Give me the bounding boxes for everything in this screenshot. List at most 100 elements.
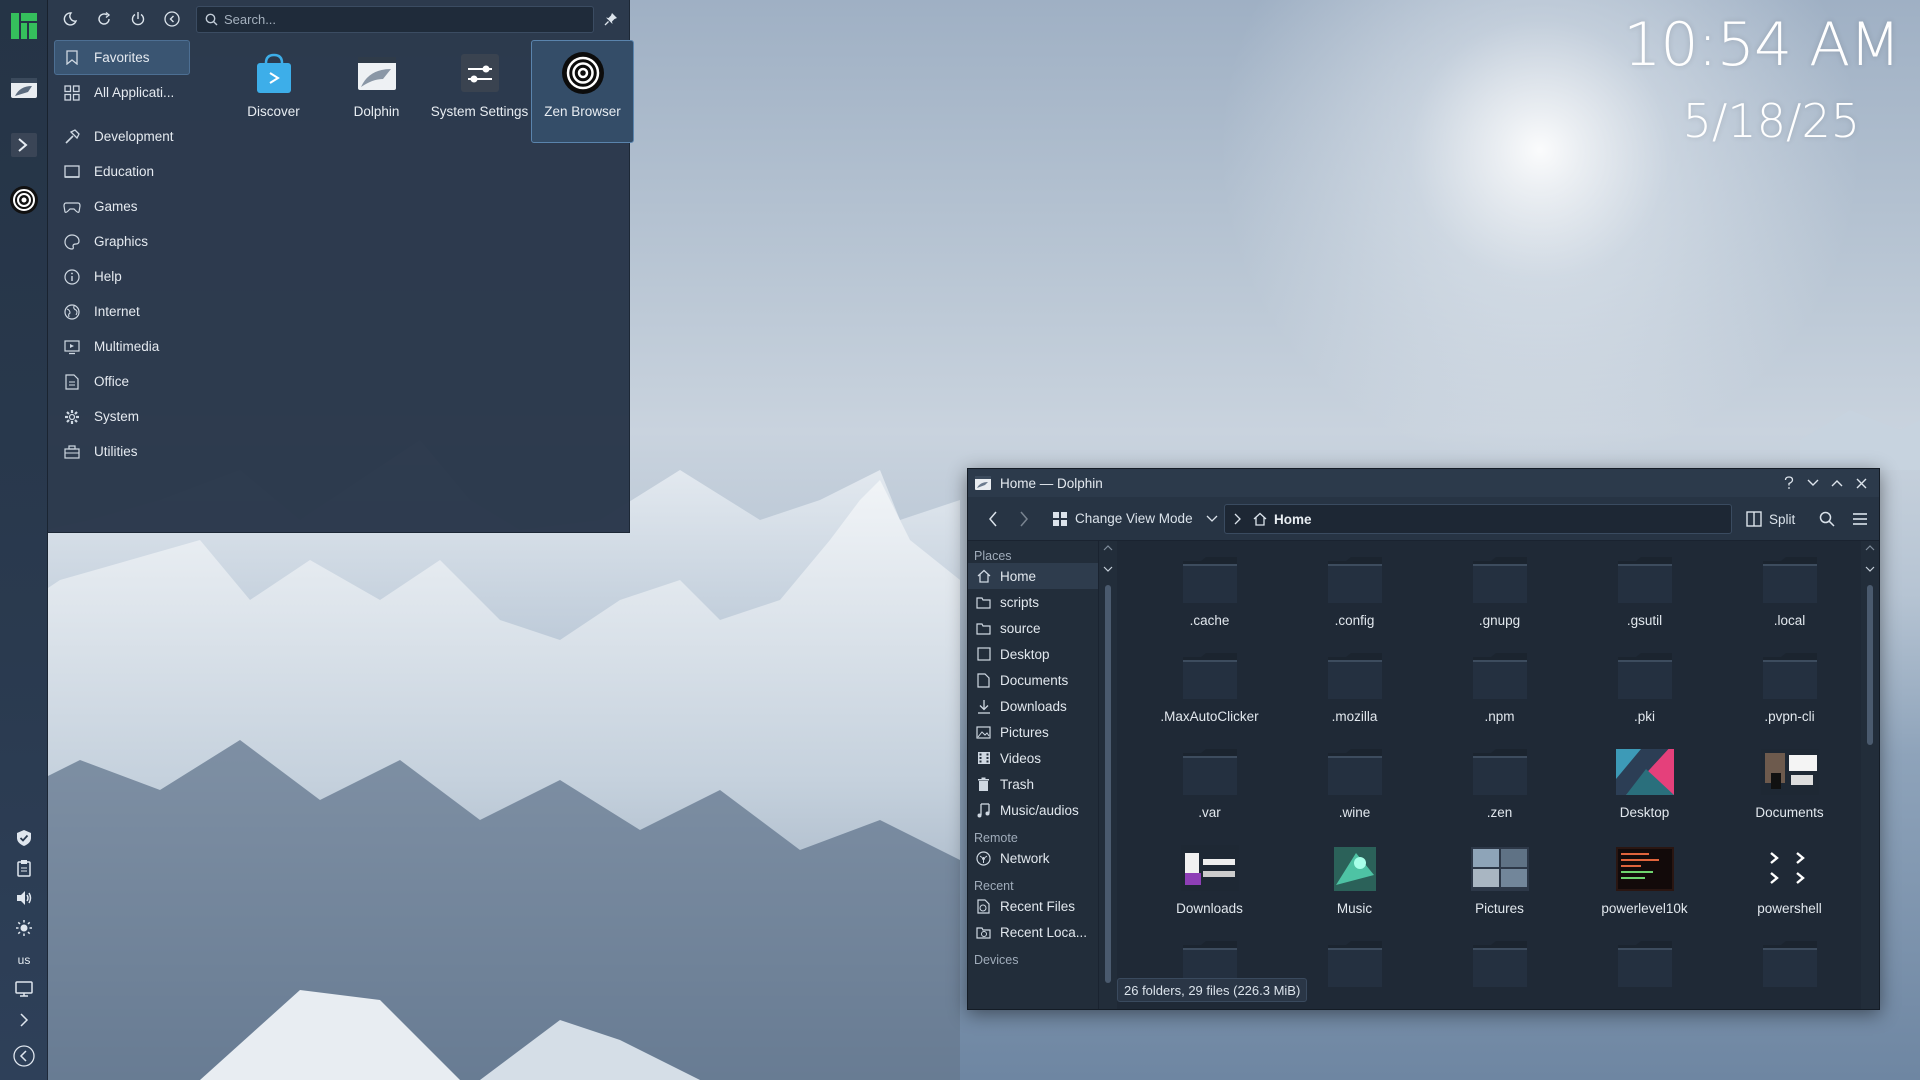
file-item[interactable] — [1717, 933, 1862, 1009]
file-item[interactable]: .pvpn-cli — [1717, 645, 1862, 741]
app-discover[interactable]: Discover — [222, 40, 325, 143]
pin-icon[interactable] — [600, 8, 622, 30]
globe-icon — [63, 303, 81, 321]
taskbar-zen-browser[interactable] — [6, 182, 42, 218]
file-item[interactable]: .var — [1137, 741, 1282, 837]
application-launcher-button[interactable] — [6, 8, 42, 44]
file-item[interactable]: Documents — [1717, 741, 1862, 837]
file-item[interactable]: .local — [1717, 549, 1862, 645]
place-trash[interactable]: Trash — [968, 771, 1098, 797]
place-pictures[interactable]: Pictures — [968, 719, 1098, 745]
category-favorites[interactable]: Favorites — [54, 40, 190, 75]
launcher-search[interactable] — [196, 6, 594, 33]
file-item[interactable]: .npm — [1427, 645, 1572, 741]
place-videos[interactable]: Videos — [968, 745, 1098, 771]
split-button[interactable]: Split — [1746, 504, 1795, 534]
places-scrollbar[interactable] — [1099, 541, 1117, 1009]
change-view-mode-button[interactable]: Change View Mode — [1052, 504, 1193, 534]
clipboard-icon[interactable] — [12, 856, 36, 880]
category-graphics[interactable]: Graphics — [54, 224, 190, 259]
search-button[interactable] — [1813, 504, 1841, 534]
category-system[interactable]: System — [54, 399, 190, 434]
file-item[interactable]: powershell — [1717, 837, 1862, 933]
expand-tray-icon[interactable] — [12, 1008, 36, 1032]
app-zen-browser[interactable]: Zen Browser — [531, 40, 634, 143]
category-multimedia[interactable]: Multimedia — [54, 329, 190, 364]
category-utilities[interactable]: Utilities — [54, 434, 190, 469]
taskbar-dolphin[interactable] — [6, 70, 42, 106]
remote-header: Remote — [974, 831, 1018, 845]
place-label: scripts — [1000, 594, 1040, 610]
file-item[interactable]: .cache — [1137, 549, 1282, 645]
place-scripts[interactable]: scripts — [968, 589, 1098, 615]
file-item[interactable]: .mozilla — [1282, 645, 1427, 741]
place-music-audios[interactable]: Music/audios — [968, 797, 1098, 823]
places-scrollbar-thumb[interactable] — [1105, 585, 1111, 983]
sleep-icon[interactable] — [56, 5, 84, 33]
back-button[interactable] — [976, 504, 1010, 534]
window-titlebar[interactable]: Home — Dolphin — [968, 469, 1879, 497]
file-item[interactable]: .config — [1282, 549, 1427, 645]
folder-icon — [1616, 549, 1674, 603]
category-all-applications[interactable]: All Applicati... — [54, 75, 190, 110]
folder-icon — [1471, 645, 1529, 699]
network-monitor-icon[interactable] — [12, 977, 36, 1001]
app-label: Dolphin — [353, 104, 400, 119]
forward-button[interactable] — [1010, 504, 1038, 534]
restart-icon[interactable] — [90, 5, 118, 33]
terminal-thumbnail-icon — [1615, 837, 1674, 891]
place-network[interactable]: Network — [968, 845, 1098, 871]
file-item[interactable]: .wine — [1282, 741, 1427, 837]
category-help[interactable]: Help — [54, 259, 190, 294]
file-item[interactable]: .gnupg — [1427, 549, 1572, 645]
file-item[interactable]: Desktop — [1572, 741, 1717, 837]
location-breadcrumb[interactable]: Home — [1224, 504, 1732, 534]
place-downloads[interactable]: Downloads — [968, 693, 1098, 719]
close-button[interactable] — [1849, 473, 1873, 493]
file-item[interactable]: powerlevel10k — [1572, 837, 1717, 933]
file-item[interactable] — [1572, 933, 1717, 1009]
category-internet[interactable]: Internet — [54, 294, 190, 329]
app-system-settings[interactable]: System Settings — [428, 40, 531, 143]
vpn-shield-icon[interactable] — [12, 826, 36, 850]
place-documents[interactable]: Documents — [968, 667, 1098, 693]
place-label: Desktop — [1000, 646, 1050, 662]
file-item[interactable] — [1427, 933, 1572, 1009]
file-item[interactable]: .pki — [1572, 645, 1717, 741]
app-dolphin[interactable]: Dolphin — [325, 40, 428, 143]
file-item[interactable]: Downloads — [1137, 837, 1282, 933]
place-home[interactable]: Home — [968, 563, 1098, 589]
shutdown-icon[interactable] — [124, 5, 152, 33]
category-office[interactable]: Office — [54, 364, 190, 399]
place-desktop[interactable]: Desktop — [968, 641, 1098, 667]
file-item[interactable]: .gsutil — [1572, 549, 1717, 645]
category-development[interactable]: Development — [54, 119, 190, 154]
hamburger-menu-button[interactable] — [1846, 504, 1874, 534]
breadcrumb-current[interactable]: Home — [1274, 512, 1312, 527]
category-education[interactable]: Education — [54, 154, 190, 189]
leave-icon[interactable] — [158, 5, 186, 33]
place-recent-files[interactable]: Recent Files — [968, 893, 1098, 919]
file-item[interactable]: Music — [1282, 837, 1427, 933]
file-item[interactable]: Pictures — [1427, 837, 1572, 933]
minimize-button[interactable] — [1801, 473, 1825, 493]
taskbar-terminal[interactable] — [6, 127, 42, 163]
file-view-scrollbar-thumb[interactable] — [1867, 585, 1873, 745]
volume-icon[interactable] — [12, 886, 36, 910]
show-desktop-icon[interactable] — [12, 1044, 36, 1068]
arrow-right-icon — [1020, 511, 1028, 526]
file-name: powerlevel10k — [1601, 901, 1688, 916]
keyboard-layout-indicator[interactable]: us — [12, 948, 36, 972]
file-view-scrollbar[interactable] — [1861, 541, 1879, 1009]
help-button[interactable] — [1777, 473, 1801, 493]
file-item[interactable]: .MaxAutoClicker — [1137, 645, 1282, 741]
file-item[interactable]: .zen — [1427, 741, 1572, 837]
place-source[interactable]: source — [968, 615, 1098, 641]
brightness-icon[interactable] — [12, 916, 36, 940]
category-label: Utilities — [94, 444, 138, 459]
search-input[interactable] — [224, 12, 564, 27]
category-games[interactable]: Games — [54, 189, 190, 224]
view-mode-dropdown[interactable] — [1201, 504, 1223, 534]
place-recent-locations[interactable]: Recent Loca... — [968, 919, 1098, 945]
maximize-button[interactable] — [1825, 473, 1849, 493]
